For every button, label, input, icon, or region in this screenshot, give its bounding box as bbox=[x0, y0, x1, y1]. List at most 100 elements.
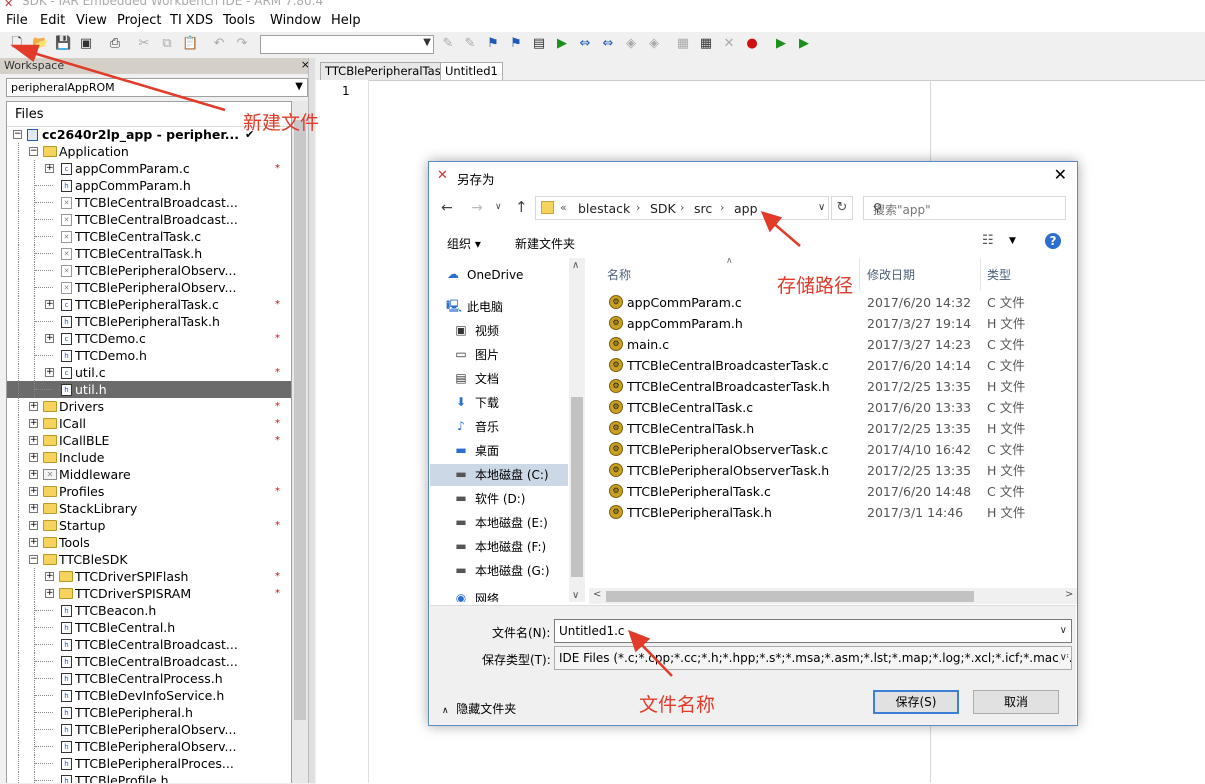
file-list[interactable]: ∧ 名称 修改日期 类型 ⚙ appCommParam.c 2017/6/20 14… bbox=[589, 258, 1077, 602]
nav-item[interactable]: ▬ 本地磁盘 (E:) bbox=[430, 512, 570, 534]
tree-item[interactable]: h TTCBleProfile.h bbox=[7, 772, 291, 783]
recent-locations-icon[interactable]: ∨ bbox=[495, 202, 502, 212]
nav-item[interactable]: ▬ 本地磁盘 (G:) bbox=[430, 560, 570, 582]
menu-file[interactable]: File bbox=[6, 13, 28, 28]
nav-item[interactable]: ▣ 视频 bbox=[430, 320, 570, 342]
make-icon[interactable]: ⇔ bbox=[577, 36, 593, 52]
menu-window[interactable]: Window bbox=[270, 13, 321, 28]
tree-item[interactable]: h TTCBleCentralBroadcast... bbox=[7, 636, 291, 653]
nav-item[interactable]: 🖳 此电脑 bbox=[430, 296, 570, 318]
tab-untitled1[interactable]: Untitled1 bbox=[440, 62, 503, 80]
breadcrumb-app[interactable]: app bbox=[734, 201, 758, 216]
up-arrow-icon[interactable]: ↑ bbox=[515, 198, 528, 216]
record-icon[interactable]: ● bbox=[744, 36, 760, 52]
open-icon[interactable]: 📂 bbox=[32, 36, 48, 52]
scroll-down-icon[interactable]: ∨ bbox=[572, 590, 579, 601]
save-icon[interactable]: 💾 bbox=[55, 36, 71, 52]
remove-breakpoints-icon[interactable]: ✕ bbox=[721, 36, 737, 52]
toggle-bookmark-icon[interactable]: ⚑ bbox=[485, 36, 501, 52]
chevron-down-icon[interactable]: ▼ bbox=[1009, 236, 1016, 246]
tree-item[interactable]: h TTCBeacon.h bbox=[7, 602, 291, 619]
tree-item[interactable]: ✕ TTCBleCentralBroadcast... bbox=[7, 194, 291, 211]
refresh-icon[interactable]: ↻ bbox=[831, 196, 853, 220]
next-bookmark-icon[interactable]: ⚑ bbox=[508, 36, 524, 52]
find-combobox[interactable]: ▼ bbox=[260, 35, 434, 54]
toggle-breakpoint-icon[interactable]: ▦ bbox=[698, 36, 714, 52]
expand-icon[interactable]: + bbox=[29, 419, 38, 428]
tree-item[interactable]: + ICallBLE * bbox=[7, 432, 291, 449]
collapse-icon[interactable]: − bbox=[29, 147, 38, 156]
tree-item[interactable]: + c TTCBlePeripheralTask.c * bbox=[7, 296, 291, 313]
tree-item[interactable]: − Application bbox=[7, 143, 291, 160]
nav-item[interactable]: ▤ 文档 bbox=[430, 368, 570, 390]
column-header-name[interactable]: 名称 bbox=[607, 266, 631, 283]
expand-icon[interactable]: + bbox=[45, 164, 54, 173]
cut-icon[interactable]: ✂ bbox=[136, 36, 152, 52]
breadcrumb-sdk[interactable]: SDK bbox=[650, 201, 676, 216]
save-all-icon[interactable]: ▣ bbox=[78, 36, 94, 52]
menu-project[interactable]: Project bbox=[117, 13, 161, 28]
save-button[interactable]: 保存(S) bbox=[873, 690, 959, 714]
file-row[interactable]: ⚙ TTCBlePeripheralTask.h 2017/3/1 14:46 H 文… bbox=[589, 502, 1059, 523]
nav-item[interactable]: ◉ 网络 bbox=[430, 588, 570, 603]
column-divider[interactable] bbox=[859, 258, 860, 290]
tree-item[interactable]: + Include bbox=[7, 449, 291, 466]
tree-item[interactable]: + TTCDriverSPIFlash * bbox=[7, 568, 291, 585]
chevron-down-icon[interactable]: ∨ bbox=[1060, 620, 1067, 642]
scroll-left-icon[interactable]: < bbox=[593, 589, 601, 600]
panel-splitter[interactable] bbox=[308, 58, 315, 783]
file-row[interactable]: ⚙ TTCBleCentralBroadcasterTask.c 2017/6/20… bbox=[589, 355, 1059, 376]
search-input[interactable]: 搜索"app" ⚲ bbox=[863, 196, 1066, 220]
file-row[interactable]: ⚙ TTCBlePeripheralObserverTask.c 2017/4/10… bbox=[589, 439, 1059, 460]
find-next-icon[interactable]: ✎ bbox=[462, 36, 478, 52]
rebuild-icon[interactable]: ⇔ bbox=[600, 36, 616, 52]
redo-icon[interactable]: ↷ bbox=[234, 36, 250, 52]
batch-build-icon[interactable]: ◈ bbox=[646, 36, 662, 52]
cancel-button[interactable]: 取消 bbox=[973, 690, 1059, 714]
chevron-down-icon[interactable]: ∨ bbox=[1059, 647, 1067, 669]
paste-icon[interactable]: 📋 bbox=[182, 36, 198, 52]
tree-item[interactable]: + StackLibrary bbox=[7, 500, 291, 517]
collapse-icon[interactable]: − bbox=[13, 130, 22, 139]
file-row[interactable]: ⚙ main.c 2017/3/27 14:23 C 文件 bbox=[589, 334, 1059, 355]
back-arrow-icon[interactable]: ← bbox=[441, 200, 453, 216]
debug-without-download-icon[interactable]: ▶ bbox=[796, 36, 812, 52]
breadcrumb-blestack[interactable]: blestack bbox=[578, 201, 630, 216]
tree-item[interactable]: h TTCBlePeripheralProces... bbox=[7, 755, 291, 772]
nav-item[interactable]: ♪ 音乐 bbox=[430, 416, 570, 438]
files-tree[interactable]: Files − cc2640r2lp_app - peripher... ✔ −… bbox=[6, 101, 292, 783]
expand-icon[interactable]: + bbox=[29, 487, 38, 496]
tree-item[interactable]: h appCommParam.h bbox=[7, 177, 291, 194]
compile-icon[interactable]: ▶ bbox=[554, 36, 570, 52]
menu-tools[interactable]: Tools bbox=[223, 13, 255, 28]
tree-item[interactable]: h TTCBlePeripheral.h bbox=[7, 704, 291, 721]
column-divider[interactable] bbox=[980, 258, 981, 290]
stop-build-icon[interactable]: ◈ bbox=[623, 36, 639, 52]
tree-item[interactable]: h TTCBleCentralBroadcast... bbox=[7, 653, 291, 670]
expand-icon[interactable]: + bbox=[45, 300, 54, 309]
navigation-pane[interactable]: ☁ OneDrive 🖳 此电脑 ▣ 视频 ▭ 图片 ▤ 文档 ⬇ 下载 ♪ 音乐 ▬ 桌面 ▬ 本地磁盘 (C:… bbox=[430, 258, 586, 602]
filename-input[interactable]: Untitled1.c ∨ bbox=[554, 619, 1072, 643]
tree-item[interactable]: h TTCBlePeripheralTask.h bbox=[7, 313, 291, 330]
menu-edit[interactable]: Edit bbox=[40, 13, 65, 28]
expand-icon[interactable]: + bbox=[29, 521, 38, 530]
file-row[interactable]: ⚙ TTCBlePeripheralTask.c 2017/6/20 14:48 C … bbox=[589, 481, 1059, 502]
scroll-right-icon[interactable]: > bbox=[1065, 589, 1073, 600]
tree-item[interactable]: h TTCBlePeripheralObserv... bbox=[7, 738, 291, 755]
view-options-icon[interactable]: ☷ bbox=[982, 233, 994, 248]
nav-item[interactable]: ⬇ 下载 bbox=[430, 392, 570, 414]
tree-item[interactable]: h TTCDemo.h bbox=[7, 347, 291, 364]
tree-item[interactable]: + Tools bbox=[7, 534, 291, 551]
organize-button[interactable]: 组织 ▾ bbox=[447, 235, 481, 252]
expand-icon[interactable]: + bbox=[45, 589, 54, 598]
nav-item[interactable]: ▭ 图片 bbox=[430, 344, 570, 366]
chevron-down-icon[interactable]: ∨ bbox=[818, 202, 825, 213]
menu-ti-xds[interactable]: TI XDS bbox=[170, 13, 213, 28]
expand-icon[interactable]: + bbox=[29, 402, 38, 411]
tree-item[interactable]: + ICall * bbox=[7, 415, 291, 432]
expand-icon[interactable]: + bbox=[45, 334, 54, 343]
tree-item[interactable]: h util.h bbox=[7, 381, 291, 398]
column-header-type[interactable]: 类型 bbox=[987, 266, 1011, 283]
configuration-select[interactable]: peripheralAppROM ▼ bbox=[6, 78, 308, 97]
tree-item[interactable]: + c TTCDemo.c * bbox=[7, 330, 291, 347]
